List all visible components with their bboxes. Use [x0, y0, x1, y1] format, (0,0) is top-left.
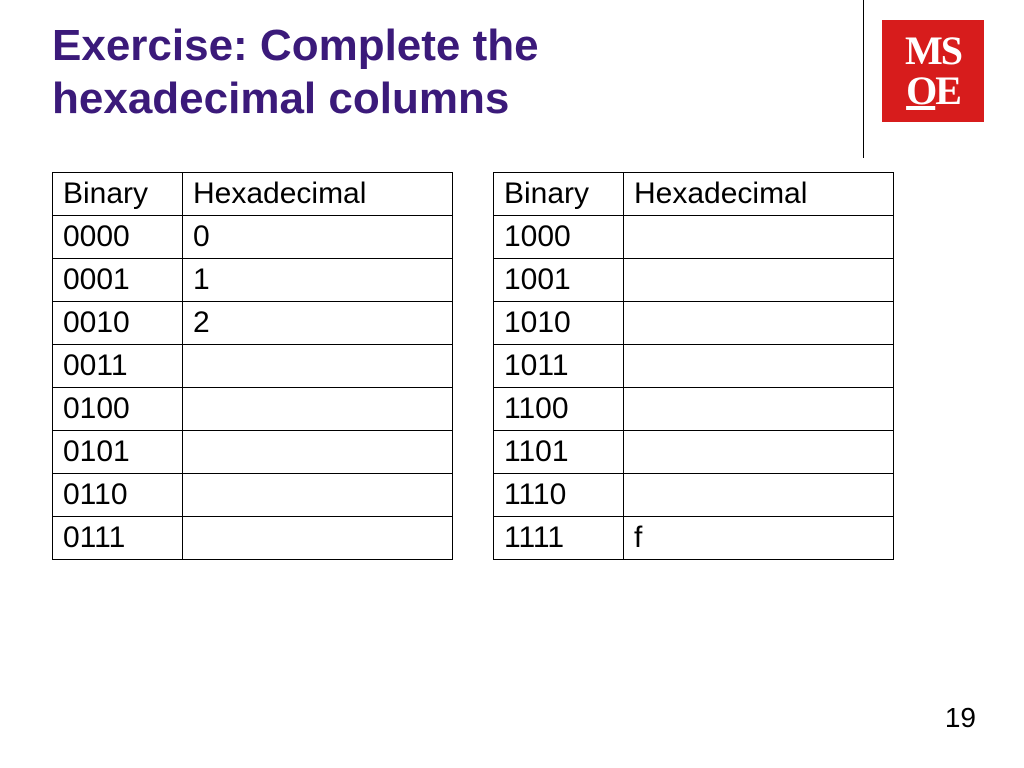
table-row: 1100 [494, 388, 894, 431]
hex-cell [183, 345, 453, 388]
table-row: 00102 [53, 302, 453, 345]
title-line-2: hexadecimal columns [52, 74, 509, 123]
left-table: Binary Hexadecimal 000000001100102001101… [52, 172, 453, 560]
table-row: 1010 [494, 302, 894, 345]
msoe-logo: MS OE [882, 20, 984, 122]
logo-bottom-left: O [906, 71, 935, 111]
table-gap [453, 172, 493, 560]
hex-cell: 0 [183, 216, 453, 259]
hex-cell [624, 345, 894, 388]
table-row: 0011 [53, 345, 453, 388]
hex-cell [624, 431, 894, 474]
hex-cell [624, 259, 894, 302]
binary-cell: 0000 [53, 216, 183, 259]
binary-cell: 0100 [53, 388, 183, 431]
logo-top: MS [905, 31, 961, 71]
binary-cell: 0101 [53, 431, 183, 474]
left-table-body: 00000000110010200110100010101100111 [53, 216, 453, 560]
right-table-body: 10001001101010111100110111101111f [494, 216, 894, 560]
table-header-row: Binary Hexadecimal [494, 173, 894, 216]
tables-container: Binary Hexadecimal 000000001100102001101… [52, 172, 894, 560]
title-line-1: Exercise: Complete the [52, 21, 539, 70]
table-row: 1101 [494, 431, 894, 474]
binary-cell: 1110 [494, 474, 624, 517]
hex-cell [183, 474, 453, 517]
header-hex: Hexadecimal [624, 173, 894, 216]
logo-bottom-right: E [935, 71, 960, 111]
hex-cell [183, 517, 453, 560]
binary-cell: 1000 [494, 216, 624, 259]
table-row: 00011 [53, 259, 453, 302]
binary-cell: 1101 [494, 431, 624, 474]
slide-title: Exercise: Complete the hexadecimal colum… [52, 20, 539, 126]
table-row: 0101 [53, 431, 453, 474]
header-binary: Binary [53, 173, 183, 216]
page-number: 19 [945, 702, 976, 734]
binary-cell: 1011 [494, 345, 624, 388]
table-row: 0100 [53, 388, 453, 431]
binary-cell: 1001 [494, 259, 624, 302]
hex-cell: 1 [183, 259, 453, 302]
table-row: 1001 [494, 259, 894, 302]
slide: Exercise: Complete the hexadecimal colum… [0, 0, 1024, 768]
header-hex: Hexadecimal [183, 173, 453, 216]
table-row: 0110 [53, 474, 453, 517]
hex-cell: 2 [183, 302, 453, 345]
table-header-row: Binary Hexadecimal [53, 173, 453, 216]
table-row: 1000 [494, 216, 894, 259]
right-table: Binary Hexadecimal 100010011010101111001… [493, 172, 894, 560]
binary-cell: 0011 [53, 345, 183, 388]
binary-cell: 0010 [53, 302, 183, 345]
table-row: 0111 [53, 517, 453, 560]
binary-cell: 1100 [494, 388, 624, 431]
hex-cell: f [624, 517, 894, 560]
binary-cell: 0110 [53, 474, 183, 517]
header-binary: Binary [494, 173, 624, 216]
binary-cell: 0111 [53, 517, 183, 560]
hex-cell [624, 388, 894, 431]
hex-cell [183, 388, 453, 431]
table-row: 00000 [53, 216, 453, 259]
table-row: 1111f [494, 517, 894, 560]
hex-cell [624, 302, 894, 345]
logo-divider [863, 0, 864, 158]
table-row: 1011 [494, 345, 894, 388]
hex-cell [624, 216, 894, 259]
binary-cell: 0001 [53, 259, 183, 302]
binary-cell: 1010 [494, 302, 624, 345]
hex-cell [624, 474, 894, 517]
hex-cell [183, 431, 453, 474]
binary-cell: 1111 [494, 517, 624, 560]
table-row: 1110 [494, 474, 894, 517]
